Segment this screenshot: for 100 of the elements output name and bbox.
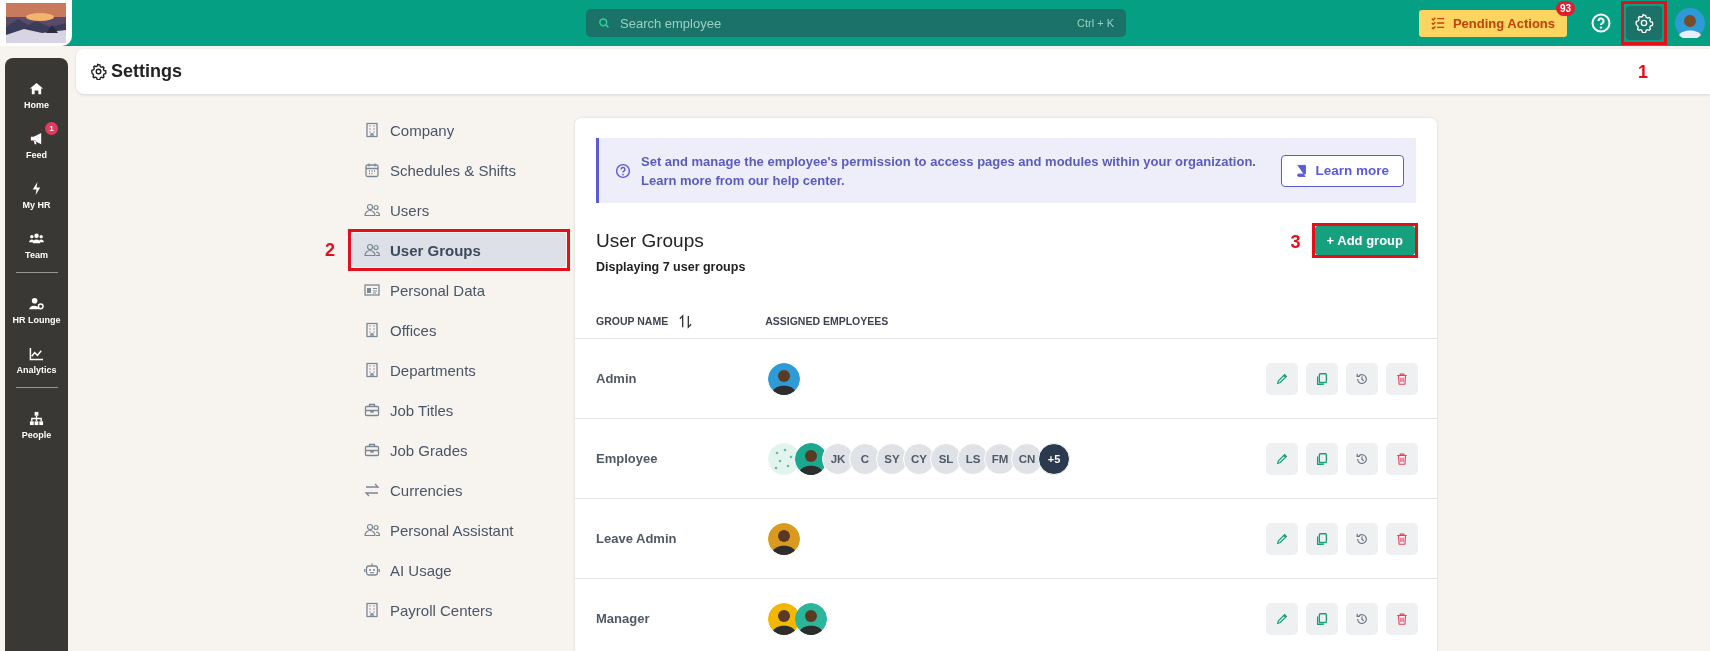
- settings-menu-item[interactable]: Company: [352, 113, 566, 147]
- settings-icon: [1634, 13, 1654, 33]
- swap-icon: [364, 482, 380, 498]
- copy-icon: [1315, 531, 1329, 546]
- info-text: Set and manage the employee's permission to access pages and modules within your organization. Learn more from our help center.: [641, 152, 1257, 190]
- settings-menu-item[interactable]: Job Titles: [352, 393, 566, 427]
- users-icon: [364, 242, 380, 258]
- trash-icon: [1395, 371, 1409, 386]
- group-count: Displaying 7 user groups: [596, 260, 746, 274]
- initials-avatar: SY: [876, 442, 908, 475]
- users-icon: [364, 202, 380, 218]
- settings-menu-item[interactable]: User Groups: [352, 233, 566, 267]
- chart-icon: [29, 346, 44, 361]
- history-icon: [1355, 611, 1369, 626]
- copy-icon: [1315, 451, 1329, 466]
- history-icon: [1355, 531, 1369, 546]
- history-button[interactable]: [1346, 362, 1378, 395]
- group-name: Admin: [596, 371, 638, 386]
- copy-icon: [1315, 611, 1329, 626]
- sidebar-item[interactable]: Feed 1: [5, 122, 68, 172]
- help-icon: [615, 162, 631, 179]
- edit-button[interactable]: [1266, 602, 1298, 635]
- briefcase-icon: [364, 402, 380, 418]
- history-icon: [1355, 451, 1369, 466]
- settings-menu-item[interactable]: Departments: [352, 353, 566, 387]
- callout-number: 1: [1638, 62, 1648, 83]
- user-avatar[interactable]: [1675, 8, 1705, 38]
- sidebar-item[interactable]: HR Lounge: [5, 287, 68, 337]
- initials-avatar: SL: [930, 442, 962, 475]
- id-card-icon: [364, 282, 380, 298]
- delete-button[interactable]: [1386, 522, 1418, 555]
- delete-button[interactable]: [1386, 362, 1418, 395]
- sidebar-item[interactable]: Team: [5, 222, 68, 272]
- copy-icon: [1315, 371, 1329, 386]
- initials-avatar: C: [849, 442, 881, 475]
- shortcut-hint: Ctrl + K: [1077, 17, 1114, 29]
- trash-icon: [1395, 611, 1409, 626]
- robot-icon: [364, 562, 380, 578]
- settings-menu-item[interactable]: Personal Assistant: [352, 513, 566, 547]
- history-button[interactable]: [1346, 602, 1378, 635]
- sidebar-item[interactable]: Analytics: [5, 337, 68, 387]
- user-gear-icon: [29, 296, 44, 311]
- settings-menu-item[interactable]: Users: [352, 193, 566, 227]
- group-name: Leave Admin: [596, 531, 678, 546]
- edit-button[interactable]: [1266, 522, 1298, 555]
- history-button[interactable]: [1346, 522, 1378, 555]
- settings-menu-item[interactable]: Currencies: [352, 473, 566, 507]
- briefcase-icon: [364, 442, 380, 458]
- sort-icon[interactable]: [678, 313, 694, 329]
- callout-number: 2: [325, 240, 335, 261]
- building-icon: [364, 362, 380, 378]
- more-count[interactable]: +5: [1038, 442, 1070, 475]
- count-badge: 93: [1555, 0, 1575, 16]
- help-icon[interactable]: [1591, 13, 1611, 33]
- page-title: Settings: [111, 61, 182, 82]
- group-name: Manager: [596, 611, 651, 626]
- home-icon: [29, 81, 44, 96]
- edit-button[interactable]: [1266, 362, 1298, 395]
- notification-badge: 1: [45, 122, 58, 135]
- column-header[interactable]: GROUP NAME: [596, 315, 669, 327]
- pencil-icon: [1275, 611, 1289, 626]
- building-icon: [364, 322, 380, 338]
- search-icon: [598, 17, 610, 29]
- sidebar-item[interactable]: People: [5, 402, 68, 452]
- column-header: ASSIGNED EMPLOYEES: [765, 315, 889, 327]
- settings-menu-item[interactable]: Job Grades: [352, 433, 566, 467]
- team-icon: [29, 231, 44, 246]
- settings-menu-item[interactable]: Payroll Centers: [352, 593, 566, 627]
- delete-button[interactable]: [1386, 602, 1418, 635]
- copy-button[interactable]: [1306, 442, 1338, 475]
- trash-icon: [1395, 531, 1409, 546]
- building-icon: [364, 122, 380, 138]
- building-icon: [364, 602, 380, 618]
- settings-menu-item[interactable]: Schedules & Shifts: [352, 153, 566, 187]
- history-button[interactable]: [1346, 442, 1378, 475]
- initials-avatar: CY: [903, 442, 935, 475]
- settings-menu-item[interactable]: Personal Data: [352, 273, 566, 307]
- delete-button[interactable]: [1386, 442, 1418, 475]
- copy-button[interactable]: [1306, 602, 1338, 635]
- sidebar-item[interactable]: Home: [5, 72, 68, 122]
- sidebar-item[interactable]: My HR: [5, 172, 68, 222]
- org-icon: [29, 411, 44, 426]
- callout-number: 3: [1290, 232, 1301, 253]
- settings-icon: [90, 63, 107, 80]
- initials-avatar: JK: [822, 442, 854, 475]
- copy-button[interactable]: [1306, 522, 1338, 555]
- checklist-icon: [1430, 16, 1445, 30]
- initials-avatar: CN: [1011, 442, 1043, 475]
- pencil-icon: [1275, 451, 1289, 466]
- settings-menu-item[interactable]: AI Usage: [352, 553, 566, 587]
- trash-icon: [1395, 451, 1409, 466]
- settings-menu-item[interactable]: Offices: [352, 313, 566, 347]
- copy-button[interactable]: [1306, 362, 1338, 395]
- group-name: Employee: [596, 451, 659, 466]
- search-input[interactable]: Search employee: [618, 14, 1077, 32]
- edit-button[interactable]: [1266, 442, 1298, 475]
- learn-more-button[interactable]: Learn more: [1281, 154, 1404, 187]
- calendar-icon: [364, 162, 380, 178]
- pencil-icon: [1275, 371, 1289, 386]
- initials-avatar: FM: [984, 442, 1016, 475]
